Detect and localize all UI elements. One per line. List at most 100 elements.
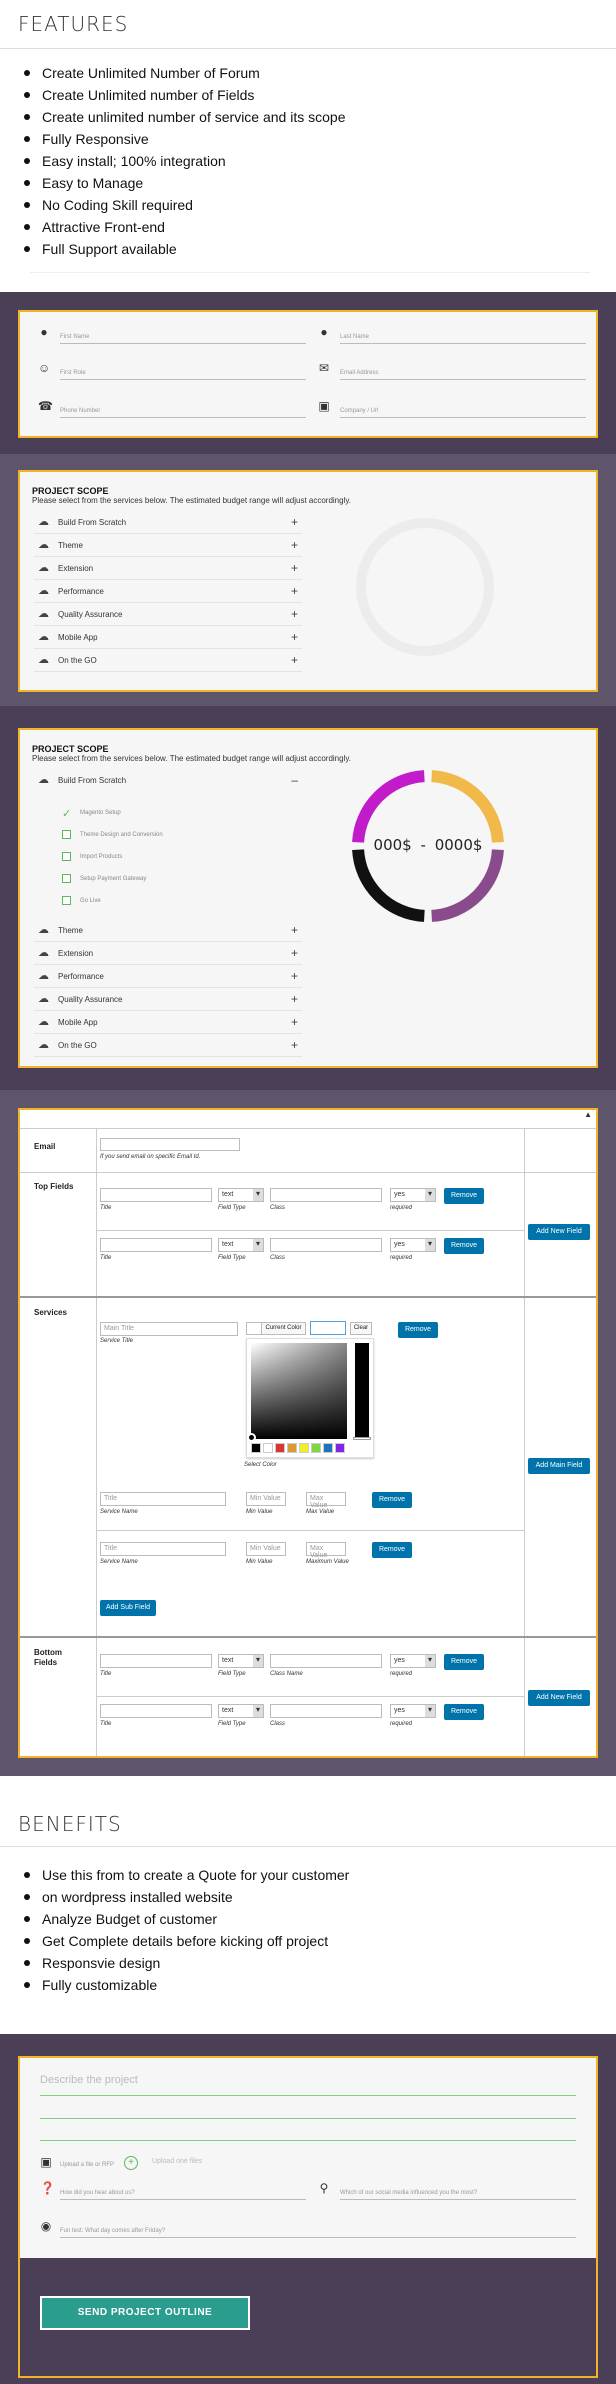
- phone-field[interactable]: Phone Number: [60, 398, 306, 418]
- plus-icon[interactable]: +: [291, 969, 298, 983]
- hear-about-field[interactable]: How did you hear about us?: [60, 2180, 306, 2200]
- add-main-field-button[interactable]: Add Main Field: [528, 1458, 590, 1474]
- color-swatch[interactable]: [311, 1443, 321, 1453]
- saturation-square[interactable]: [251, 1343, 347, 1439]
- plus-icon[interactable]: +: [291, 992, 298, 1006]
- first-role-field[interactable]: First Role: [60, 360, 306, 380]
- minus-icon[interactable]: –: [291, 773, 298, 787]
- service-row[interactable]: ☁ Mobile App +: [34, 627, 302, 649]
- plus-icon[interactable]: +: [291, 538, 298, 552]
- plus-icon[interactable]: +: [291, 515, 298, 529]
- send-project-button[interactable]: SEND PROJECT OUTLINE: [40, 2296, 250, 2330]
- required-select[interactable]: yes: [390, 1188, 436, 1202]
- main-title-input[interactable]: Main Title: [100, 1322, 238, 1336]
- field-type-select[interactable]: text: [218, 1238, 264, 1252]
- required-select[interactable]: yes: [390, 1654, 436, 1668]
- color-swatch[interactable]: [287, 1443, 297, 1453]
- fun-test-field[interactable]: Fun test: What day comes after Friday?: [60, 2218, 576, 2238]
- class-input[interactable]: [270, 1704, 382, 1718]
- service-row[interactable]: ☁ Extension +: [34, 943, 302, 965]
- service-row[interactable]: ☁ On the GO +: [34, 650, 302, 672]
- clear-color-button[interactable]: Clear: [350, 1322, 372, 1335]
- color-hex-input[interactable]: [310, 1321, 346, 1335]
- remove-service-button[interactable]: Remove: [398, 1322, 438, 1338]
- service-name-caption: Service Name: [100, 1509, 138, 1515]
- plus-icon[interactable]: +: [291, 630, 298, 644]
- describe-project-input[interactable]: Describe the project: [40, 2074, 576, 2096]
- color-picker-panel[interactable]: [246, 1338, 374, 1458]
- min-value-input[interactable]: Min Value: [246, 1542, 286, 1556]
- service-row[interactable]: ☁ Build From Scratch +: [34, 512, 302, 534]
- remove-sub-button[interactable]: Remove: [372, 1542, 412, 1558]
- upload-add-button[interactable]: +: [124, 2156, 138, 2170]
- remove-button[interactable]: Remove: [444, 1654, 484, 1670]
- plus-icon[interactable]: +: [291, 1038, 298, 1052]
- remove-button[interactable]: Remove: [444, 1188, 484, 1204]
- remove-button[interactable]: Remove: [444, 1238, 484, 1254]
- service-title-input[interactable]: Title: [100, 1542, 226, 1556]
- plus-icon[interactable]: +: [291, 607, 298, 621]
- first-name-field[interactable]: First Name: [60, 324, 306, 344]
- class-input[interactable]: [270, 1654, 382, 1668]
- title-input[interactable]: [100, 1654, 212, 1668]
- collapse-arrow-icon[interactable]: ▲: [584, 1110, 592, 1119]
- max-value-input[interactable]: Max Value: [306, 1542, 346, 1559]
- min-value-caption: Min Value: [246, 1559, 273, 1565]
- plus-icon[interactable]: +: [291, 653, 298, 667]
- service-row[interactable]: ☁ Theme +: [34, 535, 302, 557]
- email-input[interactable]: [100, 1138, 240, 1151]
- service-row[interactable]: ☁ Theme +: [34, 920, 302, 942]
- service-row[interactable]: ☁ Quality Assurance +: [34, 989, 302, 1011]
- color-swatch[interactable]: [263, 1443, 273, 1453]
- subitem-label: Import Products: [80, 854, 123, 860]
- color-swatch[interactable]: [299, 1443, 309, 1453]
- service-title-input[interactable]: Title: [100, 1492, 226, 1506]
- color-swatch-preview[interactable]: [246, 1322, 262, 1335]
- color-swatch[interactable]: [251, 1443, 261, 1453]
- service-row[interactable]: ☁ Mobile App +: [34, 1012, 302, 1034]
- class-input[interactable]: [270, 1238, 382, 1252]
- plus-icon[interactable]: +: [291, 946, 298, 960]
- plus-icon[interactable]: +: [291, 561, 298, 575]
- required-select[interactable]: yes: [390, 1238, 436, 1252]
- service-row[interactable]: ☁ Performance +: [34, 966, 302, 988]
- hue-slider-handle[interactable]: [353, 1437, 371, 1440]
- subitem-checkbox[interactable]: [62, 874, 71, 883]
- field-type-select[interactable]: text: [218, 1188, 264, 1202]
- service-row[interactable]: ☁ Performance +: [34, 581, 302, 603]
- subitem-checkbox[interactable]: [62, 852, 71, 861]
- remove-button[interactable]: Remove: [444, 1704, 484, 1720]
- plus-icon[interactable]: +: [291, 923, 298, 937]
- color-swatch[interactable]: [323, 1443, 333, 1453]
- subitem-checkbox[interactable]: [62, 896, 71, 905]
- picker-handle-icon[interactable]: [247, 1433, 256, 1442]
- add-new-field-button[interactable]: Add New Field: [528, 1224, 590, 1240]
- scope2-expanded-service[interactable]: ☁ Build From Scratch –: [34, 770, 302, 792]
- subitem-checkbox[interactable]: [62, 830, 71, 839]
- field-type-select[interactable]: text: [218, 1654, 264, 1668]
- plus-icon[interactable]: +: [291, 584, 298, 598]
- company-field[interactable]: Company / Url: [340, 398, 586, 418]
- title-input[interactable]: [100, 1188, 212, 1202]
- remove-sub-button[interactable]: Remove: [372, 1492, 412, 1508]
- service-row[interactable]: ☁ Quality Assurance +: [34, 604, 302, 626]
- last-name-field[interactable]: Last Name: [340, 324, 586, 344]
- class-input[interactable]: [270, 1188, 382, 1202]
- title-input[interactable]: [100, 1238, 212, 1252]
- service-row[interactable]: ☁ On the GO +: [34, 1035, 302, 1057]
- add-sub-field-button[interactable]: Add Sub Field: [100, 1600, 156, 1616]
- color-swatch[interactable]: [275, 1443, 285, 1453]
- add-new-bottom-field-button[interactable]: Add New Field: [528, 1690, 590, 1706]
- social-media-field[interactable]: Which of our social media influenced you…: [340, 2180, 576, 2200]
- bullet-item: Analyze Budget of customer: [22, 1908, 349, 1930]
- plus-icon[interactable]: +: [291, 1015, 298, 1029]
- min-value-input[interactable]: Min Value: [246, 1492, 286, 1506]
- field-type-select[interactable]: text: [218, 1704, 264, 1718]
- email-field[interactable]: Email Address: [340, 360, 586, 380]
- service-row[interactable]: ☁ Extension +: [34, 558, 302, 580]
- hue-strip[interactable]: [355, 1343, 369, 1439]
- title-input[interactable]: [100, 1704, 212, 1718]
- max-value-input[interactable]: Max Value: [306, 1492, 346, 1509]
- required-select[interactable]: yes: [390, 1704, 436, 1718]
- color-swatch[interactable]: [335, 1443, 345, 1453]
